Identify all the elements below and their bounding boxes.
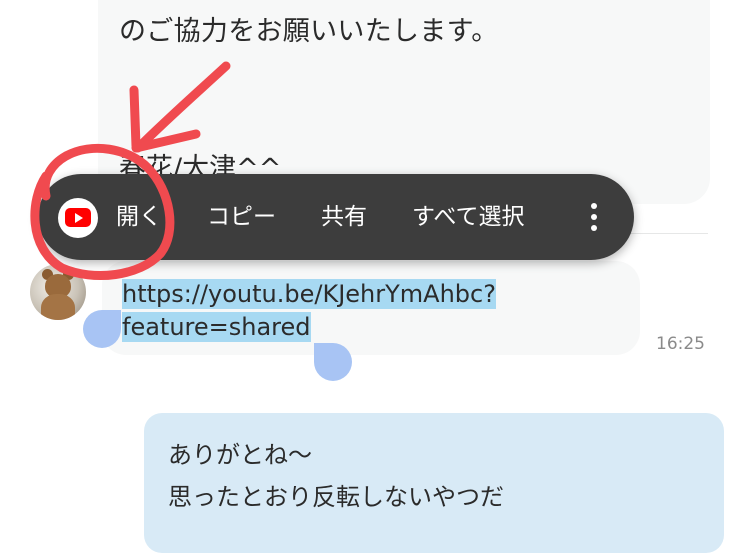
avatar[interactable] bbox=[30, 264, 86, 320]
message-text: のご協力をお願いいたします。 bbox=[119, 16, 499, 47]
play-icon bbox=[75, 213, 83, 223]
open-menu-item[interactable]: 開く bbox=[116, 174, 162, 260]
youtube-logo-shape bbox=[65, 208, 91, 227]
selection-start-handle[interactable] bbox=[83, 310, 121, 348]
copy-menu-item[interactable]: コピー bbox=[207, 174, 276, 260]
kebab-dot bbox=[591, 225, 597, 231]
selected-link-line-2: feature=shared bbox=[122, 312, 311, 342]
kebab-dot bbox=[591, 203, 597, 209]
message-text: 思ったとおり反転しないやつだ bbox=[168, 483, 504, 511]
message-bubble-sent[interactable]: ありがとね〜 思ったとおり反転しないやつだ bbox=[144, 413, 724, 553]
link-message-text[interactable]: https://youtu.be/KJehrYmAhbc? feature=sh… bbox=[122, 278, 552, 344]
bear-body bbox=[41, 294, 75, 320]
selection-end-handle[interactable] bbox=[314, 343, 352, 381]
message-text: ありがとね〜 bbox=[168, 441, 312, 469]
more-vertical-icon[interactable] bbox=[580, 196, 608, 238]
message-timestamp: 16:25 bbox=[656, 334, 705, 354]
selected-link-line-1: https://youtu.be/KJehrYmAhbc? bbox=[122, 279, 496, 309]
kebab-dot bbox=[591, 214, 597, 220]
share-menu-item[interactable]: 共有 bbox=[321, 174, 367, 260]
youtube-icon[interactable] bbox=[58, 198, 98, 238]
select-all-menu-item[interactable]: すべて選択 bbox=[412, 174, 524, 260]
